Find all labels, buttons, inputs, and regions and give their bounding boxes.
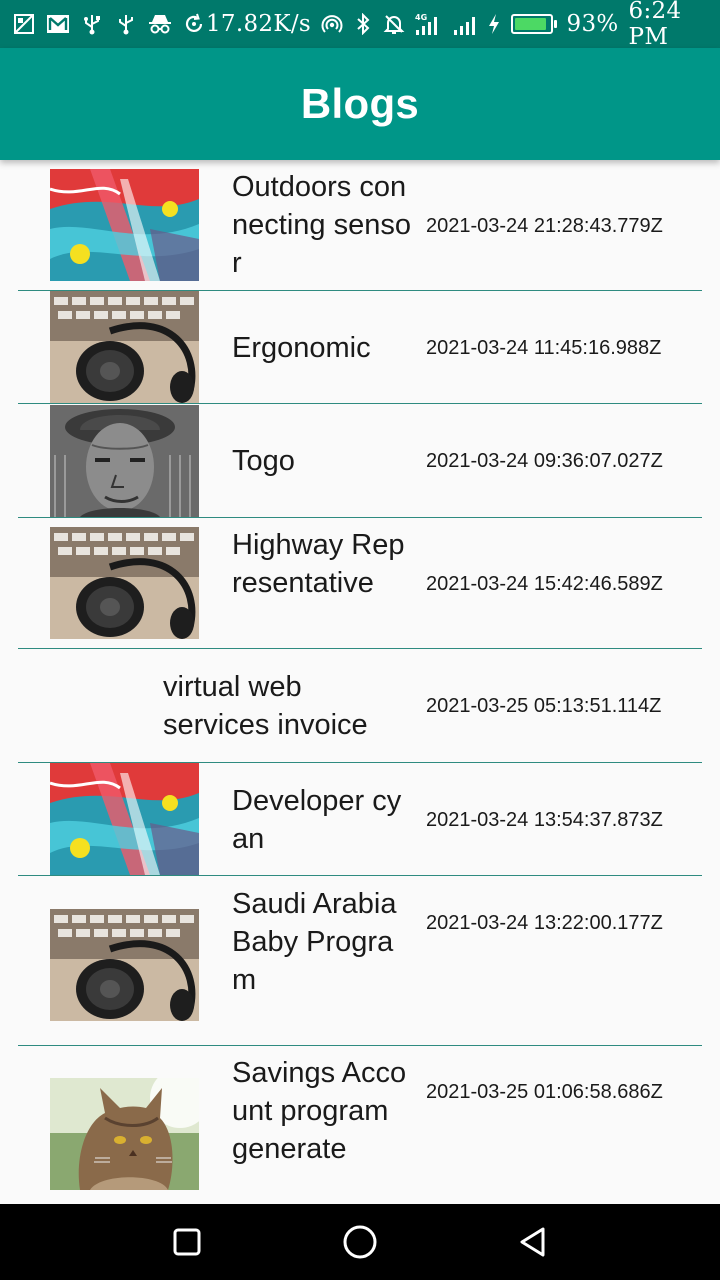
- blog-thumbnail-abstract-paint: [50, 763, 199, 875]
- signal-icon: [453, 12, 477, 36]
- incognito-icon: [148, 12, 172, 36]
- blog-title: virtual web services invoice: [163, 671, 368, 741]
- blog-list-item[interactable]: Savings Account program generate 2021-03…: [18, 1046, 702, 1204]
- battery-icon: [510, 14, 557, 34]
- usb-debug-icon: [114, 12, 138, 36]
- battery-fill: [514, 18, 547, 30]
- blog-list-item[interactable]: Highway Representative 2021-03-24 15:42:…: [18, 518, 702, 649]
- blog-list-item[interactable]: Ergonomic 2021-03-24 11:45:16.988Z: [18, 291, 702, 404]
- blog-thumbnail-cat: [50, 1078, 199, 1190]
- blog-date: 2021-03-24 15:42:46.589Z: [426, 573, 663, 595]
- blog-list-item[interactable]: Togo 2021-03-24 09:36:07.027Z: [18, 404, 702, 518]
- blog-list-item[interactable]: Developer cyan 2021-03-24 13:54:37.873Z: [18, 763, 702, 876]
- bluetooth-icon: [353, 12, 373, 36]
- screenshot-icon: [12, 12, 36, 36]
- blog-list-item[interactable]: Saudi Arabia Baby Program 2021-03-24 13:…: [18, 876, 702, 1046]
- svg-text:4G: 4G: [415, 13, 427, 22]
- status-bar: 17.82K/s 4G 93% 6:24 PM: [0, 0, 720, 50]
- blog-thumbnail-headphones: [50, 909, 199, 1021]
- blog-title: Togo: [232, 445, 295, 477]
- battery-percent: 93%: [566, 11, 619, 37]
- blog-date: 2021-03-25 01:06:58.686Z: [426, 1081, 663, 1103]
- blog-title: Savings Account program generate: [232, 1057, 407, 1165]
- page-title: Blogs: [300, 80, 420, 127]
- sync-icon: [182, 12, 206, 36]
- blog-date: 2021-03-24 11:45:16.988Z: [426, 337, 662, 359]
- blog-title: Outdoors connecting sensor: [232, 171, 411, 279]
- blog-title: Ergonomic: [232, 332, 371, 364]
- blog-thumbnail-abstract-paint: [50, 169, 199, 281]
- network-speed: 17.82K/s: [206, 11, 311, 37]
- blog-date: 2021-03-24 21:28:43.779Z: [426, 215, 663, 237]
- blog-date: 2021-03-25 05:13:51.114Z: [426, 695, 662, 717]
- signal-4g-icon: 4G: [415, 12, 443, 36]
- blog-title: Developer cyan: [232, 785, 402, 855]
- blog-list-item[interactable]: Outdoors connecting sensor 2021-03-24 21…: [18, 160, 702, 291]
- blog-title: Highway Representative: [232, 529, 405, 599]
- home-icon[interactable]: [340, 1222, 380, 1262]
- usb-icon: [80, 12, 104, 36]
- status-bar-left: [12, 12, 206, 36]
- blog-list-item[interactable]: virtual web services invoice 2021-03-25 …: [18, 649, 702, 763]
- app-bar: Blogs: [0, 48, 720, 160]
- hotspot-icon: [321, 12, 343, 36]
- blog-title: Saudi Arabia Baby Program: [232, 888, 397, 996]
- system-navigation-bar: [0, 1204, 720, 1280]
- gmail-icon: [46, 12, 70, 36]
- blog-date: 2021-03-24 09:36:07.027Z: [426, 450, 663, 472]
- mute-icon: [383, 12, 405, 36]
- blog-thumbnail-portrait-bw: [50, 405, 199, 517]
- status-bar-right: 17.82K/s 4G 93% 6:24 PM: [206, 0, 710, 50]
- back-icon[interactable]: [513, 1222, 553, 1262]
- blog-thumbnail-headphones: [50, 527, 199, 639]
- recent-apps-icon[interactable]: [167, 1222, 207, 1262]
- charging-icon: [487, 12, 501, 36]
- blog-list[interactable]: Outdoors connecting sensor 2021-03-24 21…: [0, 160, 720, 1204]
- blog-date: 2021-03-24 13:54:37.873Z: [426, 809, 663, 831]
- blog-thumbnail-headphones: [50, 291, 199, 403]
- blog-date: 2021-03-24 13:22:00.177Z: [426, 912, 663, 934]
- clock: 6:24 PM: [628, 0, 682, 50]
